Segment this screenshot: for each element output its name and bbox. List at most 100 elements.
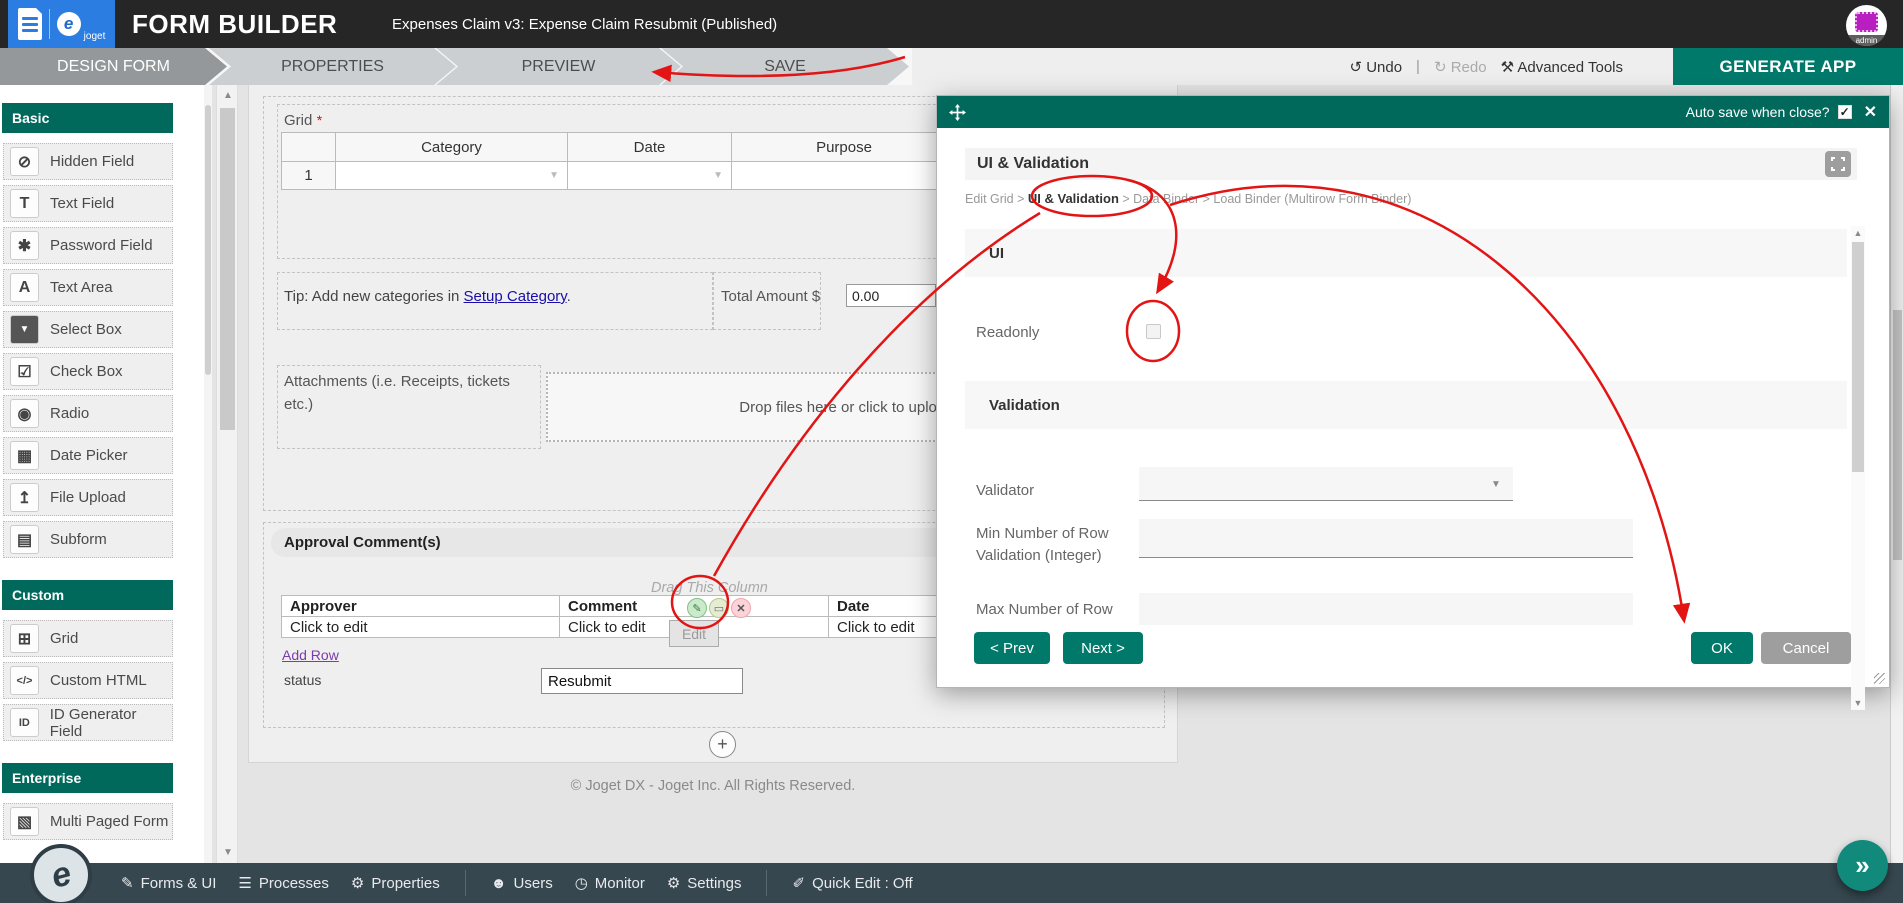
bottombar-item-users[interactable]: ☻Users (491, 875, 553, 892)
bottombar-item-quick-edit-off[interactable]: ✐Quick Edit : Off (792, 874, 912, 892)
setup-category-link[interactable]: Setup Category (464, 288, 567, 305)
bottombar-item-label: Processes (259, 875, 329, 892)
dialog-scroll-thumb[interactable] (1852, 242, 1864, 472)
breadcrumb[interactable]: Edit Grid > UI & Validation > Data Binde… (965, 191, 1411, 206)
toolbar-actions: ↺ Undo | ↻ Redo ⚒ Advanced Tools (1349, 48, 1623, 85)
validator-select[interactable] (1139, 467, 1513, 501)
palette-item-label: Multi Paged Form (50, 813, 168, 830)
palette-item-check-box[interactable]: ☑ Check Box (3, 353, 173, 390)
generate-app-button[interactable]: GENERATE APP (1673, 48, 1903, 85)
gears-icon: ⚙ (667, 874, 680, 892)
palette-item-text-area[interactable]: AText Area (3, 269, 173, 306)
dialog-header[interactable]: Auto save when close? ✓ ✕ (937, 96, 1889, 128)
palette-item-radio[interactable]: ◉Radio (3, 395, 173, 432)
admin-avatar[interactable]: admin (1846, 5, 1887, 46)
bottombar-item-properties[interactable]: ⚙Properties (351, 874, 440, 892)
double-chevron-right-icon: » (1855, 850, 1869, 881)
palette-item-file-upload[interactable]: ↥File Upload (3, 479, 173, 516)
monitor-icon: ◷ (575, 874, 588, 892)
status-input[interactable] (541, 668, 743, 694)
close-icon[interactable]: ✕ (1864, 102, 1877, 122)
prev-button[interactable]: < Prev (974, 632, 1050, 664)
check-box-icon: ☑ (10, 357, 39, 386)
dialog-scrollbar[interactable]: ▲ ▼ (1851, 226, 1865, 710)
subform-icon: ▤ (10, 525, 39, 554)
breadcrumb-item-4[interactable]: Load Binder (Multirow Form Binder) (1213, 192, 1411, 206)
attachments-label-line1: Attachments (i.e. Receipts, tickets (284, 373, 510, 390)
breadcrumb-item-1[interactable]: Edit Grid (965, 192, 1014, 206)
scroll-down-icon[interactable]: ▼ (217, 847, 239, 858)
breadcrumb-item-2[interactable]: UI & Validation (1028, 191, 1119, 206)
bottom-nav-bar: e ✎Forms & UI☰Processes⚙Properties☻Users… (0, 863, 1903, 903)
grid-row-select[interactable]: ▼ (335, 161, 568, 190)
expand-panel-button[interactable]: » (1837, 840, 1888, 891)
status-field-label: status (284, 672, 321, 688)
tab-save[interactable]: SAVE (661, 48, 909, 85)
approval-row-cell[interactable]: Click to edit (281, 616, 560, 638)
scroll-up-icon[interactable]: ▲ (217, 90, 239, 101)
file-upload-icon: ↥ (10, 483, 39, 512)
max-rows-label: Max Number of Row (976, 601, 1113, 618)
palette-item-label: Select Box (50, 321, 122, 338)
tab-properties[interactable]: PROPERTIES (209, 48, 456, 85)
palette-item-id-generator-field[interactable]: ID ID Generator Field (3, 704, 173, 741)
bottombar-item-label: Monitor (595, 875, 645, 892)
joget-footer-logo[interactable]: e (30, 844, 92, 903)
bottombar-item-settings[interactable]: ⚙Settings (667, 874, 742, 892)
palette-item-label: ID Generator Field (50, 706, 172, 740)
tab-design-form[interactable]: DESIGN FORM (0, 48, 227, 85)
autosave-checkbox[interactable]: ✓ (1838, 105, 1852, 119)
undo-button[interactable]: ↺ Undo (1349, 58, 1402, 76)
joget-logo[interactable]: e joget (8, 0, 115, 48)
drag-column-hint: Drag This Column (651, 580, 768, 596)
palette-item-select-box[interactable]: ▼Select Box (3, 311, 173, 348)
palette-item-text-field[interactable]: TText Field (3, 185, 173, 222)
cancel-button[interactable]: Cancel (1761, 632, 1851, 664)
move-icon[interactable] (949, 104, 966, 121)
ok-button[interactable]: OK (1691, 632, 1753, 664)
scroll-up-icon[interactable]: ▲ (1851, 228, 1865, 238)
advanced-tools-button[interactable]: ⚒ Advanced Tools (1501, 58, 1623, 76)
edit-column-icon[interactable]: ✎ (687, 598, 707, 618)
palette-item-hidden-field[interactable]: ⊘Hidden Field (3, 143, 173, 180)
palette-item-custom-html[interactable]: </>Custom HTML (3, 662, 173, 699)
min-rows-input[interactable] (1139, 519, 1633, 558)
palette-item-label: Check Box (50, 363, 123, 380)
next-button[interactable]: Next > (1063, 632, 1143, 664)
grid-row-select[interactable]: ▼ (567, 161, 732, 190)
copy-column-icon[interactable]: ▭ (709, 598, 729, 618)
users-icon: ☻ (491, 875, 507, 892)
bottombar-item-forms-ui[interactable]: ✎Forms & UI (121, 874, 216, 892)
palette-item-subform[interactable]: ▤Subform (3, 521, 173, 558)
avatar-image (1855, 12, 1878, 32)
add-row-link[interactable]: Add Row (282, 647, 339, 663)
builder-nav-bar: DESIGN FORMPROPERTIESPREVIEWSAVE ↺ Undo … (0, 48, 1903, 85)
add-section-button[interactable]: + (709, 731, 736, 758)
palette-scrollbar[interactable] (204, 85, 212, 863)
resize-handle[interactable] (1874, 673, 1885, 684)
total-amount-input[interactable] (846, 284, 936, 307)
redo-button[interactable]: ↻ Redo (1434, 58, 1487, 76)
max-rows-input[interactable] (1139, 593, 1633, 625)
bottombar-item-monitor[interactable]: ◷ Monitor (575, 874, 645, 892)
hidden-field-icon: ⊘ (10, 147, 39, 176)
palette-item-label: Custom HTML (50, 672, 147, 689)
readonly-checkbox[interactable] (1146, 324, 1161, 339)
canvas-scroll-thumb[interactable] (220, 108, 235, 430)
expand-icon[interactable] (1825, 151, 1851, 177)
palette-item-date-picker[interactable]: ▦Date Picker (3, 437, 173, 474)
tab-preview[interactable]: PREVIEW (436, 48, 681, 85)
breadcrumb-item-3[interactable]: Data Binder (1133, 192, 1199, 206)
wrench-icon: ⚒ (1501, 59, 1514, 76)
palette-item-password-field[interactable]: ✱Password Field (3, 227, 173, 264)
palette-item-grid[interactable]: ⊞Grid (3, 620, 173, 657)
canvas-scrollbar[interactable]: ▲ ▼ (216, 85, 238, 863)
delete-column-icon[interactable]: ✕ (731, 598, 751, 618)
page-scrollbar[interactable] (1890, 85, 1903, 863)
approval-column-header-approver[interactable]: Approver (281, 595, 560, 617)
bottombar-item-processes[interactable]: ☰Processes (238, 874, 328, 892)
scroll-down-icon[interactable]: ▼ (1851, 698, 1865, 708)
id-generator-icon: ID (10, 708, 39, 737)
grid-row-cell[interactable] (731, 161, 957, 190)
palette-item-multi-paged-form[interactable]: ▧Multi Paged Form (3, 803, 173, 840)
